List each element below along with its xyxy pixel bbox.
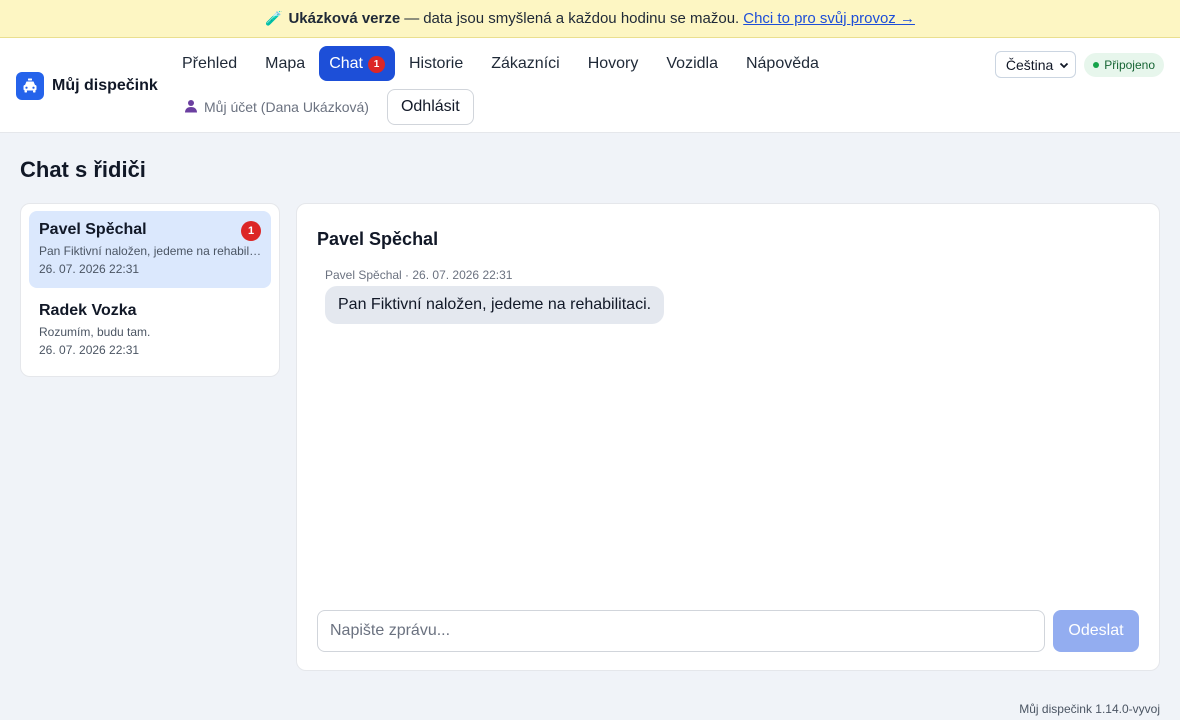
nav-item-vozidla[interactable]: Vozidla xyxy=(652,46,732,81)
status-dot-icon xyxy=(1093,61,1100,68)
demo-banner-title: Ukázková verze xyxy=(288,10,401,27)
user-icon xyxy=(184,99,198,116)
conversation-time: 26. 07. 2026 22:31 xyxy=(39,343,140,357)
nav-item-hovory[interactable]: Hovory xyxy=(574,46,653,81)
chat-panel: Pavel Spěchal Pavel Spěchal · 26. 07. 20… xyxy=(296,203,1160,671)
connection-status-label: Připojeno xyxy=(1104,57,1155,72)
chevron-down-icon xyxy=(1059,57,1069,73)
taxi-icon xyxy=(16,72,44,100)
nav-item-zakaznici[interactable]: Zákazníci xyxy=(477,46,573,81)
app-version: Můj dispečink 1.14.0-vyvoj xyxy=(1019,702,1160,716)
demo-banner-text: data jsou smyšlená a každou hodinu se ma… xyxy=(423,10,740,27)
unread-badge: 1 xyxy=(367,56,385,73)
nav-item-label: Mapa xyxy=(265,54,306,72)
send-button[interactable]: Odeslat xyxy=(1053,610,1139,652)
conversation-list: Pavel Spěchal Pan Fiktivní naložen, jede… xyxy=(20,203,280,377)
nav-item-label: Nápověda xyxy=(745,54,819,72)
conversation-time: 26. 07. 2026 22:31 xyxy=(39,262,140,276)
conversation-item[interactable]: Pavel Spěchal Pan Fiktivní naložen, jede… xyxy=(29,211,271,288)
nav-item-label: Historie xyxy=(408,54,464,72)
account-bar: Můj účet (Dana Ukázková) Odhlásit xyxy=(184,89,474,125)
nav-item-label: Chat xyxy=(329,54,363,72)
language-select[interactable]: Čeština xyxy=(994,51,1077,78)
app-header: Můj dispečink Přehled Mapa Chat 1 Histor… xyxy=(0,38,1180,133)
demo-banner-link[interactable]: Chci to pro svůj provoz → xyxy=(743,10,915,27)
nav-item-label: Vozidla xyxy=(666,54,718,72)
conversation-name: Pavel Spěchal xyxy=(39,221,147,238)
nav-item-napoveda[interactable]: Nápověda xyxy=(732,46,833,81)
page-title: Chat s řidiči xyxy=(20,157,146,182)
main-nav: Přehled Mapa Chat 1 Historie Zákazníci H… xyxy=(168,46,833,81)
message-input[interactable] xyxy=(317,610,1045,652)
message-bubble: Pan Fiktivní naložen, jedeme na rehabili… xyxy=(325,286,665,324)
nav-item-prehled[interactable]: Přehled xyxy=(168,46,251,81)
conversation-item[interactable]: Radek Vozka Rozumím, budu tam. 26. 07. 2… xyxy=(29,292,271,369)
conversation-preview: Rozumím, budu tam. xyxy=(39,325,151,339)
conversation-preview: Pan Fiktivní naložen, jedeme na rehabili… xyxy=(39,244,263,258)
logout-button[interactable]: Odhlásit xyxy=(386,89,474,125)
brand-name: Můj dispečink xyxy=(52,77,158,94)
nav-item-label: Přehled xyxy=(182,54,238,72)
chat-title: Pavel Spěchal xyxy=(317,229,439,249)
brand[interactable]: Můj dispečink xyxy=(16,72,158,100)
flask-icon: 🧪 xyxy=(265,10,283,26)
conversation-name: Radek Vozka xyxy=(39,302,137,319)
message-composer: Odeslat xyxy=(317,610,1139,652)
header-tools: Čeština Připojeno xyxy=(994,51,1164,78)
nav-item-label: Zákazníci xyxy=(491,54,560,72)
message-meta: Pavel Spěchal · 26. 07. 2026 22:31 xyxy=(325,268,513,282)
language-selected: Čeština xyxy=(1005,56,1054,73)
nav-item-historie[interactable]: Historie xyxy=(395,46,477,81)
unread-badge: 1 xyxy=(241,221,261,241)
demo-banner: 🧪 Ukázková verze — data jsou smyšlená a … xyxy=(0,0,1180,38)
demo-banner-separator: — xyxy=(404,10,420,27)
account-label: Můj účet (Dana Ukázková) xyxy=(204,99,369,115)
account-link[interactable]: Můj účet (Dana Ukázková) xyxy=(184,99,369,116)
nav-item-label: Hovory xyxy=(587,54,639,72)
nav-item-mapa[interactable]: Mapa xyxy=(251,46,319,81)
connection-status: Připojeno xyxy=(1084,52,1164,77)
nav-item-chat[interactable]: Chat 1 xyxy=(319,46,395,81)
